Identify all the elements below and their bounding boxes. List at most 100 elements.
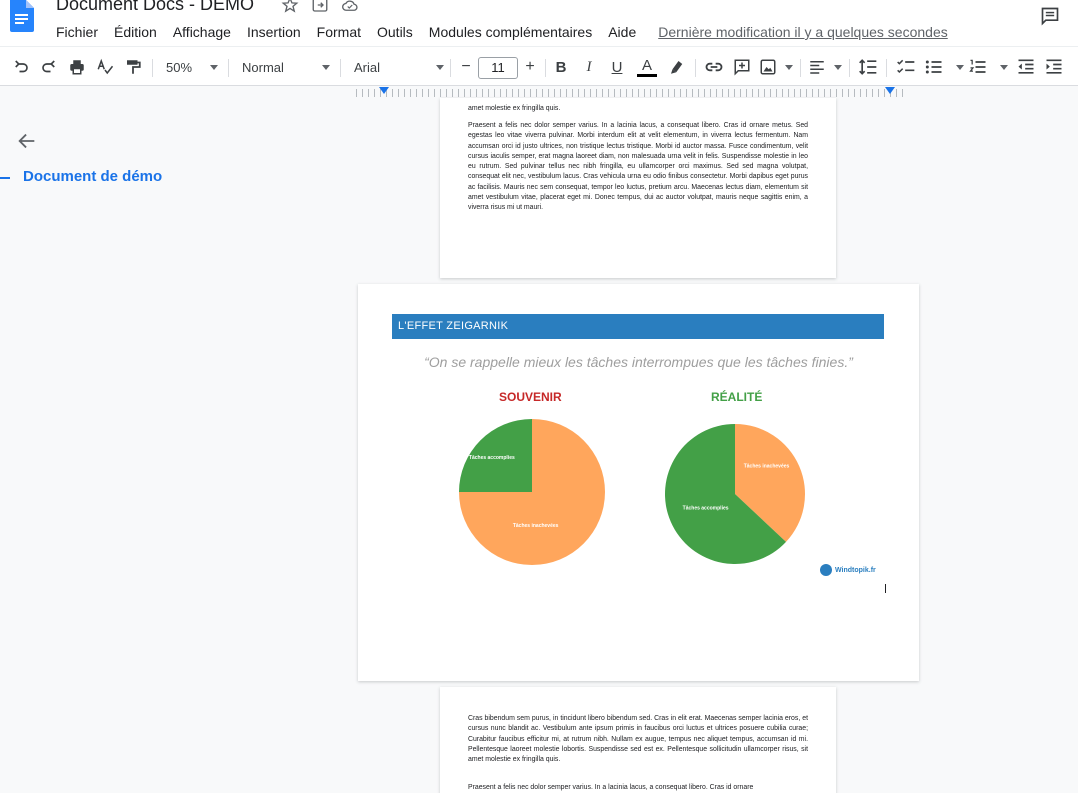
toolbar-divider (545, 59, 546, 77)
increase-indent-icon (1046, 59, 1062, 74)
toolbar-divider (800, 59, 801, 77)
chevron-down-icon (956, 64, 964, 70)
align-dropdown[interactable] (808, 55, 842, 79)
numbered-list-icon (969, 59, 986, 73)
cloud-saved-icon[interactable] (341, 0, 359, 14)
spellcheck-icon (97, 58, 114, 75)
toolbar: 50% Normal Arial − 11 + B I U A (0, 46, 1078, 86)
numbered-list-dropdown[interactable] (968, 55, 1008, 79)
brand-logo-icon (820, 564, 832, 576)
text-color-swatch (637, 73, 657, 77)
zeigarnik-pie-charts: Tâches accomplies Tâches inachevées Tâches… (459, 419, 805, 565)
image-icon (760, 59, 776, 75)
outline-active-marker (0, 177, 10, 179)
print-icon (70, 60, 84, 75)
ruler-ticks (356, 89, 904, 97)
comments-icon[interactable] (1040, 6, 1060, 26)
menu-affichage[interactable]: Affichage (165, 22, 239, 42)
font-dropdown[interactable]: Arial (348, 55, 446, 79)
insert-link-button[interactable] (703, 55, 725, 79)
bulleted-list-dropdown[interactable] (924, 55, 964, 79)
document-title[interactable]: Document Docs - DEMO (56, 0, 254, 15)
line-spacing-button[interactable] (856, 55, 880, 79)
insert-comment-button[interactable] (731, 55, 753, 79)
chevron-down-icon (1000, 64, 1008, 70)
menu-format[interactable]: Format (309, 22, 369, 42)
increase-font-size-button[interactable]: + (520, 55, 540, 79)
menu-insertion[interactable]: Insertion (239, 22, 309, 42)
back-arrow-icon[interactable] (16, 130, 38, 152)
paragraph[interactable]: Praesent a felis nec dolor semper varius… (468, 783, 808, 793)
text-color-button[interactable]: A (636, 55, 658, 79)
font-size-input[interactable]: 11 (478, 57, 518, 79)
style-value: Normal (242, 59, 284, 75)
style-dropdown[interactable]: Normal (236, 55, 332, 79)
chevron-down-icon (834, 64, 842, 70)
menu-outils[interactable]: Outils (369, 22, 421, 42)
toolbar-divider (849, 59, 850, 77)
toolbar-divider (340, 59, 341, 77)
highlighter-icon (671, 61, 683, 74)
move-to-folder-icon[interactable] (311, 0, 329, 14)
chevron-down-icon (210, 64, 218, 70)
chevron-down-icon (785, 64, 793, 70)
menu-bar: Fichier Édition Affichage Insertion Form… (48, 21, 948, 43)
toolbar-divider (450, 59, 451, 77)
spellcheck-button[interactable] (94, 55, 116, 79)
document-page[interactable]: Cras bibendum sem purus, in tincidunt li… (440, 687, 836, 793)
text-cursor (885, 584, 886, 593)
print-button[interactable] (66, 55, 88, 79)
right-indent-marker[interactable] (885, 87, 895, 94)
increase-indent-button[interactable] (1042, 55, 1066, 79)
zoom-dropdown[interactable]: 50% (160, 55, 220, 79)
paint-format-button[interactable] (122, 55, 144, 79)
brand-logo: Windtopik.fr (820, 564, 876, 576)
redo-button[interactable] (38, 55, 60, 79)
menu-edition[interactable]: Édition (106, 22, 165, 42)
line-spacing-icon (859, 59, 877, 75)
bold-button[interactable]: B (551, 55, 571, 79)
text-color-label: A (641, 56, 652, 74)
decrease-indent-icon (1018, 59, 1034, 74)
checklist-button[interactable] (894, 55, 918, 79)
redo-icon (42, 60, 55, 73)
undo-button[interactable] (10, 55, 32, 79)
document-page[interactable]: amet molestie ex fringilla quis. Praesen… (440, 98, 836, 278)
checklist-icon (897, 59, 915, 74)
link-icon (705, 62, 723, 72)
font-value: Arial (354, 59, 381, 75)
undo-icon (15, 60, 28, 73)
header: Document Docs - DEMO Fichier Édition Aff… (0, 0, 1078, 46)
paint-format-icon (127, 60, 141, 74)
pie-label-1-0: Tâches inachevées (744, 463, 790, 469)
underline-button[interactable]: U (607, 55, 627, 79)
toolbar-divider (695, 59, 696, 77)
outline-item-document-de-demo[interactable]: Document de démo (23, 168, 162, 185)
star-icon[interactable] (281, 0, 299, 14)
docs-window: Document Docs - DEMO Fichier Édition Aff… (0, 0, 1078, 793)
menu-fichier[interactable]: Fichier (48, 22, 106, 42)
insert-image-button[interactable] (759, 55, 793, 79)
docs-logo-icon[interactable] (8, 0, 36, 32)
italic-button[interactable]: I (579, 55, 599, 79)
paragraph[interactable]: Cras bibendum sem purus, in tincidunt li… (468, 714, 808, 765)
last-modified-link[interactable]: Dernière modification il y a quelques se… (644, 24, 948, 40)
chevron-down-icon (436, 64, 444, 70)
menu-modules[interactable]: Modules complémentaires (421, 22, 600, 42)
highlight-button[interactable] (666, 55, 688, 79)
decrease-font-size-button[interactable]: − (456, 55, 476, 79)
add-comment-icon (734, 59, 750, 76)
toolbar-divider (228, 59, 229, 77)
paragraph[interactable]: amet molestie ex fringilla quis. (468, 104, 808, 114)
left-indent-marker[interactable] (379, 87, 389, 94)
toolbar-divider (152, 59, 153, 77)
menu-aide[interactable]: Aide (600, 22, 644, 42)
infographic-page[interactable]: L'EFFET ZEIGARNIK “On se rappelle mieux … (358, 284, 919, 681)
bulleted-list-icon (925, 60, 942, 74)
brand-name: Windtopik.fr (835, 566, 876, 574)
toolbar-divider (886, 59, 887, 77)
decrease-indent-button[interactable] (1014, 55, 1038, 79)
chevron-down-icon (322, 64, 330, 70)
paragraph[interactable]: Praesent a felis nec dolor semper varius… (468, 121, 808, 214)
pie-label-1-1: Tâches accomplies (683, 505, 729, 511)
